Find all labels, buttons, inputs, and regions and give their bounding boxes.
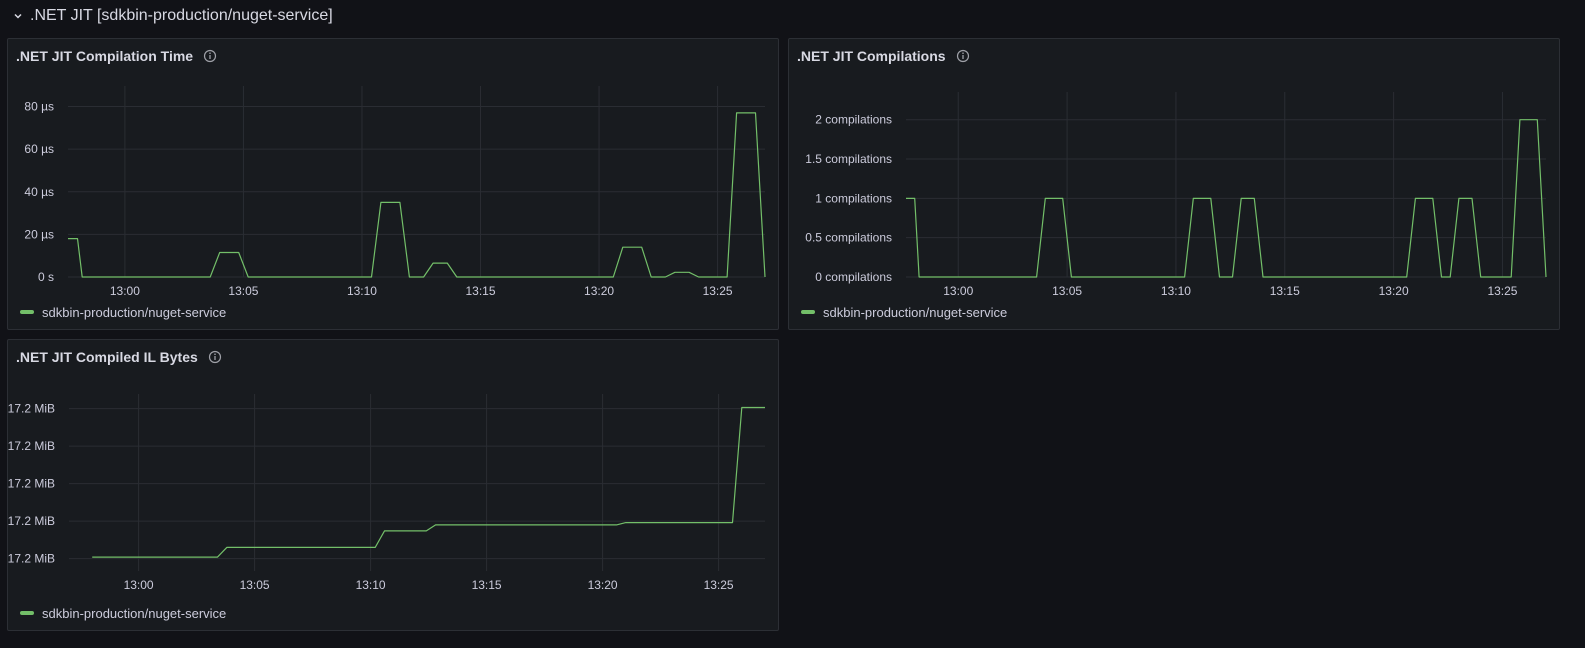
x-tick-label: 13:15: [465, 284, 495, 298]
y-tick-label: 17.2 MiB: [8, 514, 55, 528]
x-tick-label: 13:10: [347, 284, 377, 298]
x-tick-label: 13:10: [356, 578, 386, 592]
y-tick-label: 2 compilations: [815, 113, 892, 127]
y-tick-label: 80 µs: [24, 100, 54, 114]
panel-title[interactable]: .NET JIT Compiled IL Bytes: [16, 349, 198, 365]
y-tick-label: 17.2 MiB: [8, 552, 55, 566]
legend-label: sdkbin-production/nuget-service: [42, 304, 227, 320]
x-tick-label: 13:20: [584, 284, 614, 298]
row-title: .NET JIT [sdkbin-production/nuget-servic…: [30, 7, 333, 24]
y-tick-label: 17.2 MiB: [8, 439, 55, 453]
info-icon[interactable]: [208, 350, 222, 364]
legend-swatch: [20, 310, 34, 314]
panel-jit-compiled-il-bytes: 17.2 MiB 17.2 MiB 17.2 MiB 17.2 MiB 17.2 MiB…: [7, 339, 779, 631]
y-tick-label: 1.5 compilations: [805, 152, 892, 166]
x-tick-label: 13:00: [943, 284, 973, 298]
x-tick-label: 13:25: [1487, 284, 1517, 298]
x-tick-label: 13:20: [1379, 284, 1409, 298]
row-header[interactable]: .NET JIT [sdkbin-production/nuget-servic…: [12, 4, 333, 28]
panel-title[interactable]: .NET JIT Compilation Time: [16, 48, 193, 64]
x-tick-label: 13:00: [124, 578, 154, 592]
y-tick-label: 0.5 compilations: [805, 231, 892, 245]
legend-item[interactable]: sdkbin-production/nuget-service: [801, 304, 1007, 320]
x-tick-label: 13:15: [1270, 284, 1300, 298]
chart-jit-compilations: 0 compilations 0.5 compilations 1 compilat…: [805, 92, 1547, 298]
chart-jit-compilation-time: 0 s 20 µs 40 µs 60 µs 80 µs 13:00 13:05 13:10 13…: [24, 86, 766, 298]
legend-label: sdkbin-production/nuget-service: [823, 304, 1008, 320]
y-tick-label: 20 µs: [24, 227, 54, 241]
series-line: [68, 112, 766, 278]
y-tick-label: 0 s: [38, 270, 54, 284]
y-tick-label: 1 compilations: [815, 191, 892, 205]
series-line: [92, 406, 765, 558]
legend-item[interactable]: sdkbin-production/nuget-service: [20, 304, 226, 320]
panel-title[interactable]: .NET JIT Compilations: [797, 48, 946, 64]
legend-label: sdkbin-production/nuget-service: [42, 605, 227, 621]
chevron-down-icon: [14, 13, 22, 19]
x-tick-label: 13:05: [1052, 284, 1082, 298]
x-tick-label: 13:05: [228, 284, 258, 298]
y-tick-label: 0 compilations: [815, 270, 892, 284]
legend-swatch: [801, 310, 815, 314]
x-tick-label: 13:20: [588, 578, 618, 592]
x-tick-label: 13:10: [1161, 284, 1191, 298]
legend-swatch: [20, 611, 34, 615]
panel-jit-compilations: 0 compilations 0.5 compilations 1 compilat…: [788, 38, 1560, 330]
info-icon[interactable]: [956, 49, 970, 63]
x-tick-label: 13:05: [240, 578, 270, 592]
x-tick-label: 13:25: [703, 284, 733, 298]
x-tick-label: 13:15: [472, 578, 502, 592]
x-tick-label: 13:00: [110, 284, 140, 298]
y-tick-label: 40 µs: [24, 185, 54, 199]
y-tick-label: 17.2 MiB: [8, 477, 55, 491]
panel-jit-compilation-time: 0 s 20 µs 40 µs 60 µs 80 µs 13:00 13:05 13:10 13…: [7, 38, 779, 330]
legend-item[interactable]: sdkbin-production/nuget-service: [20, 605, 226, 621]
x-tick-label: 13:25: [704, 578, 734, 592]
info-icon[interactable]: [203, 49, 217, 63]
y-tick-label: 17.2 MiB: [8, 402, 55, 416]
chart-jit-compiled-il-bytes: 17.2 MiB 17.2 MiB 17.2 MiB 17.2 MiB 17.2 MiB…: [8, 394, 765, 592]
y-tick-label: 60 µs: [24, 142, 54, 156]
